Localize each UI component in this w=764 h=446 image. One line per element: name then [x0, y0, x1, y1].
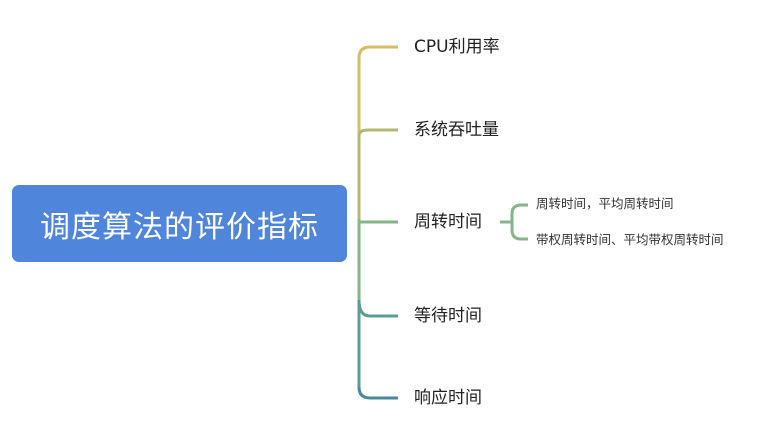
root-node[interactable]: 调度算法的评价指标	[12, 185, 347, 262]
sub-connector-lower	[510, 222, 528, 241]
branch-connector-throughput	[357, 128, 398, 137]
sub-connector-upper	[510, 203, 528, 222]
branch-connector-waiting	[357, 299, 398, 318]
root-label: 调度算法的评价指标	[40, 209, 319, 245]
branch-connector-cpu	[357, 45, 398, 59]
branch-system-throughput[interactable]: 系统吞吐量	[414, 120, 499, 140]
branch-turnaround-time[interactable]: 周转时间	[414, 212, 482, 232]
sub-branch-avg-turnaround[interactable]: 周转时间，平均周转时间	[536, 196, 674, 212]
branch-cpu-utilization[interactable]: CPU利用率	[414, 37, 500, 57]
branch-connector-response	[357, 386, 398, 400]
sub-branch-weighted-turnaround[interactable]: 带权周转时间、平均带权周转时间	[536, 232, 724, 248]
branch-waiting-time[interactable]: 等待时间	[414, 306, 482, 326]
branch-response-time[interactable]: 响应时间	[414, 388, 482, 408]
